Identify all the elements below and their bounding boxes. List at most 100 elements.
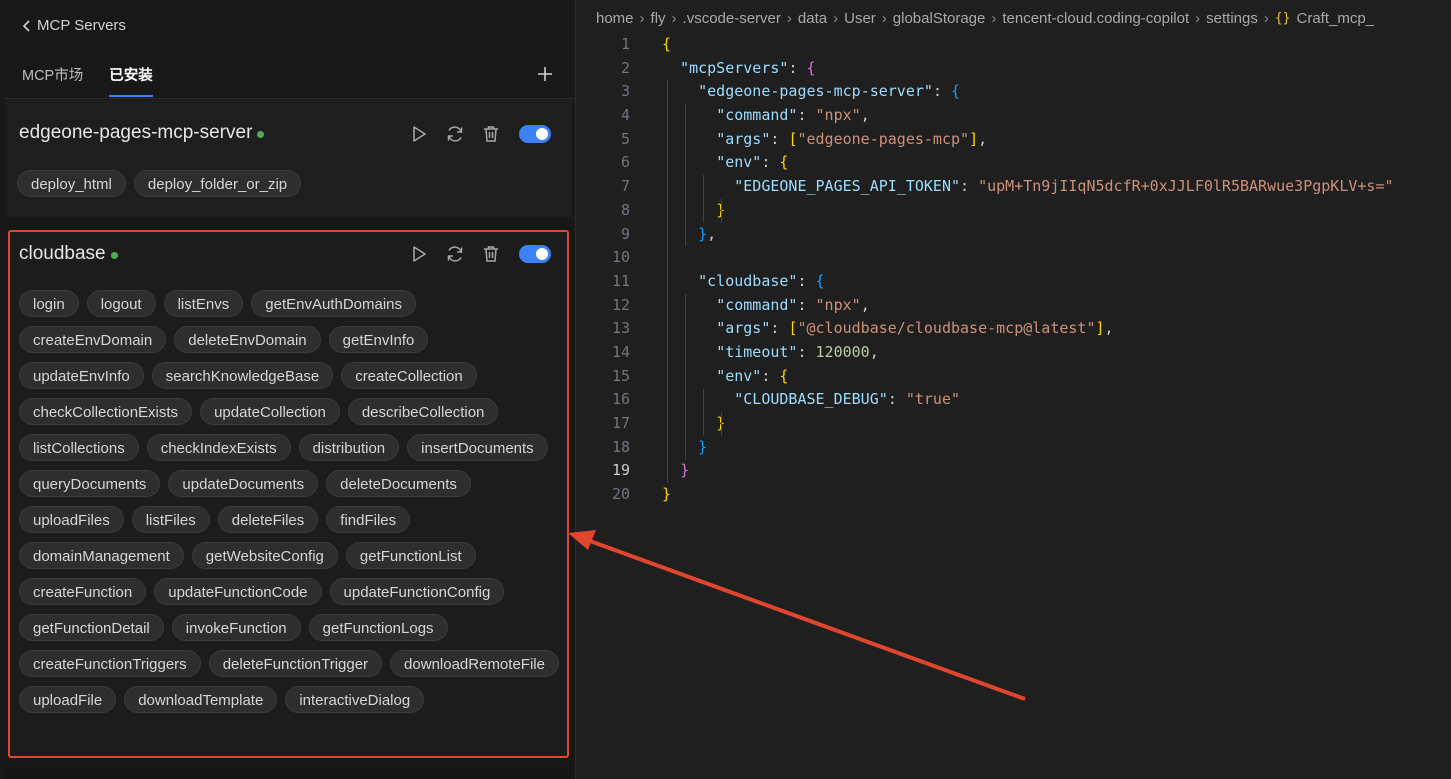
tool-chip[interactable]: checkCollectionExists	[19, 398, 193, 425]
code-line: 8 }	[577, 199, 1451, 223]
tab-mcp-market[interactable]: MCP市场	[22, 64, 83, 97]
line-number: 4	[620, 106, 630, 125]
tool-chip[interactable]: checkIndexExists	[146, 434, 291, 461]
back-button[interactable]: MCP Servers	[22, 17, 126, 34]
restart-button[interactable]	[445, 124, 465, 144]
line-text: }	[662, 412, 725, 436]
tool-chip[interactable]: updateDocuments	[168, 470, 319, 497]
tool-chip[interactable]: queryDocuments	[19, 470, 161, 497]
tool-chip[interactable]: listEnvs	[163, 290, 244, 317]
tool-chip[interactable]: searchKnowledgeBase	[151, 362, 334, 389]
code-editor: home › fly › .vscode-server › data › User › global…	[577, 0, 1451, 779]
breadcrumb-item[interactable]: Craft_mcp_	[1297, 10, 1375, 27]
tab-divider	[4, 98, 574, 99]
tool-chip[interactable]: listFiles	[131, 506, 210, 533]
tool-chip[interactable]: updateFunctionConfig	[329, 578, 505, 605]
breadcrumb-item[interactable]: tencent-cloud.coding-copilot	[1002, 10, 1189, 27]
enable-toggle[interactable]	[519, 125, 551, 143]
tool-chip[interactable]: createFunction	[19, 578, 147, 605]
line-number: 15	[611, 366, 630, 385]
code-line: 18 }	[577, 436, 1451, 460]
tool-chip[interactable]: distribution	[298, 434, 400, 461]
breadcrumb-item[interactable]: data	[798, 10, 827, 27]
tool-chip[interactable]: deploy_html	[17, 170, 126, 197]
tool-chip[interactable]: getEnvAuthDomains	[251, 290, 417, 317]
run-button[interactable]	[409, 124, 429, 144]
tool-chip[interactable]: createEnvDomain	[19, 326, 167, 353]
json-file-icon: {}	[1274, 11, 1291, 26]
server-header: edgeone-pages-mcp-server	[19, 122, 265, 144]
line-number: 13	[611, 319, 630, 338]
tool-chip[interactable]: deleteEnvDomain	[174, 326, 321, 353]
refresh-icon	[447, 126, 463, 142]
breadcrumb-separator: ›	[639, 10, 645, 27]
line-number: 20	[611, 485, 630, 504]
mcp-servers-panel: MCP Servers MCP市场 已安装 edgeone-pages-mcp-…	[0, 0, 576, 779]
tool-chip[interactable]: insertDocuments	[407, 434, 548, 461]
line-number: 8	[620, 200, 630, 219]
tool-chip[interactable]: getEnvInfo	[328, 326, 429, 353]
tool-chip[interactable]: downloadTemplate	[124, 686, 278, 713]
card-separator	[6, 762, 572, 779]
tool-chip[interactable]: deploy_folder_or_zip	[133, 170, 302, 197]
back-label: MCP Servers	[37, 17, 126, 34]
add-server-button[interactable]	[537, 66, 553, 87]
tool-chip[interactable]: deleteFunctionTrigger	[208, 650, 383, 677]
server-name: cloudbase	[19, 243, 106, 264]
tool-chip[interactable]: updateCollection	[200, 398, 340, 425]
restart-button[interactable]	[445, 244, 465, 264]
tool-chip[interactable]: getFunctionLogs	[308, 614, 448, 641]
server-card-cloudbase: cloudbase login logout listEnvs getEnvAuthD…	[8, 230, 569, 758]
breadcrumb: home › fly › .vscode-server › data › User › global…	[596, 10, 1374, 27]
breadcrumb-separator: ›	[1263, 10, 1269, 27]
tab-installed[interactable]: 已安装	[109, 64, 153, 97]
breadcrumb-item[interactable]: home	[596, 10, 634, 27]
tool-chip[interactable]: getFunctionDetail	[19, 614, 164, 641]
tool-chip[interactable]: uploadFile	[19, 686, 117, 713]
tool-chip[interactable]: listCollections	[19, 434, 139, 461]
code-line: 6 "env": {	[577, 151, 1451, 175]
json-code[interactable]: 1{2 "mcpServers": {3 "edgeone-pages-mcp-…	[577, 33, 1451, 507]
tool-chip[interactable]: downloadRemoteFile	[390, 650, 559, 677]
breadcrumb-item[interactable]: .vscode-server	[683, 10, 781, 27]
line-number: 12	[611, 295, 630, 314]
line-text: "cloudbase": {	[698, 271, 825, 290]
line-number: 19	[611, 461, 630, 480]
run-button[interactable]	[409, 244, 429, 264]
tool-chip[interactable]: deleteDocuments	[326, 470, 471, 497]
tool-chip[interactable]: login	[19, 290, 79, 317]
tool-chip[interactable]: interactiveDialog	[285, 686, 425, 713]
tool-chip[interactable]: updateFunctionCode	[154, 578, 322, 605]
breadcrumb-item[interactable]: globalStorage	[893, 10, 986, 27]
breadcrumb-separator: ›	[881, 10, 887, 27]
trash-icon	[484, 126, 498, 142]
breadcrumb-item[interactable]: settings	[1206, 10, 1258, 27]
code-line: 11 "cloudbase": {	[577, 270, 1451, 294]
tool-chip[interactable]: updateEnvInfo	[19, 362, 144, 389]
tool-chip[interactable]: logout	[86, 290, 156, 317]
server-name: edgeone-pages-mcp-server	[19, 122, 253, 143]
line-text: }	[662, 485, 672, 504]
code-line: 13 "args": ["@cloudbase/cloudbase-mcp@la…	[577, 317, 1451, 341]
tool-chip[interactable]: invokeFunction	[171, 614, 301, 641]
breadcrumb-separator: ›	[786, 10, 792, 27]
delete-button[interactable]	[481, 244, 501, 264]
line-number: 2	[620, 58, 630, 77]
tool-chip[interactable]: getFunctionList	[345, 542, 476, 569]
tool-list: login logout listEnvs getEnvAuthDomains crea…	[19, 290, 559, 713]
tool-chip[interactable]: getWebsiteConfig	[191, 542, 338, 569]
tool-chip[interactable]: createFunctionTriggers	[19, 650, 201, 677]
tool-chip[interactable]: deleteFiles	[217, 506, 319, 533]
delete-button[interactable]	[481, 124, 501, 144]
breadcrumb-item[interactable]: User	[844, 10, 876, 27]
line-number: 18	[611, 437, 630, 456]
tab-bar: MCP市场 已安装	[22, 64, 153, 97]
tool-chip[interactable]: domainManagement	[19, 542, 184, 569]
tool-chip[interactable]: createCollection	[341, 362, 477, 389]
enable-toggle[interactable]	[519, 245, 551, 263]
tool-chip[interactable]: uploadFiles	[19, 506, 124, 533]
breadcrumb-item[interactable]: fly	[651, 10, 666, 27]
tool-chip[interactable]: describeCollection	[347, 398, 499, 425]
line-text: "command": "npx",	[716, 295, 870, 314]
tool-chip[interactable]: findFiles	[326, 506, 411, 533]
